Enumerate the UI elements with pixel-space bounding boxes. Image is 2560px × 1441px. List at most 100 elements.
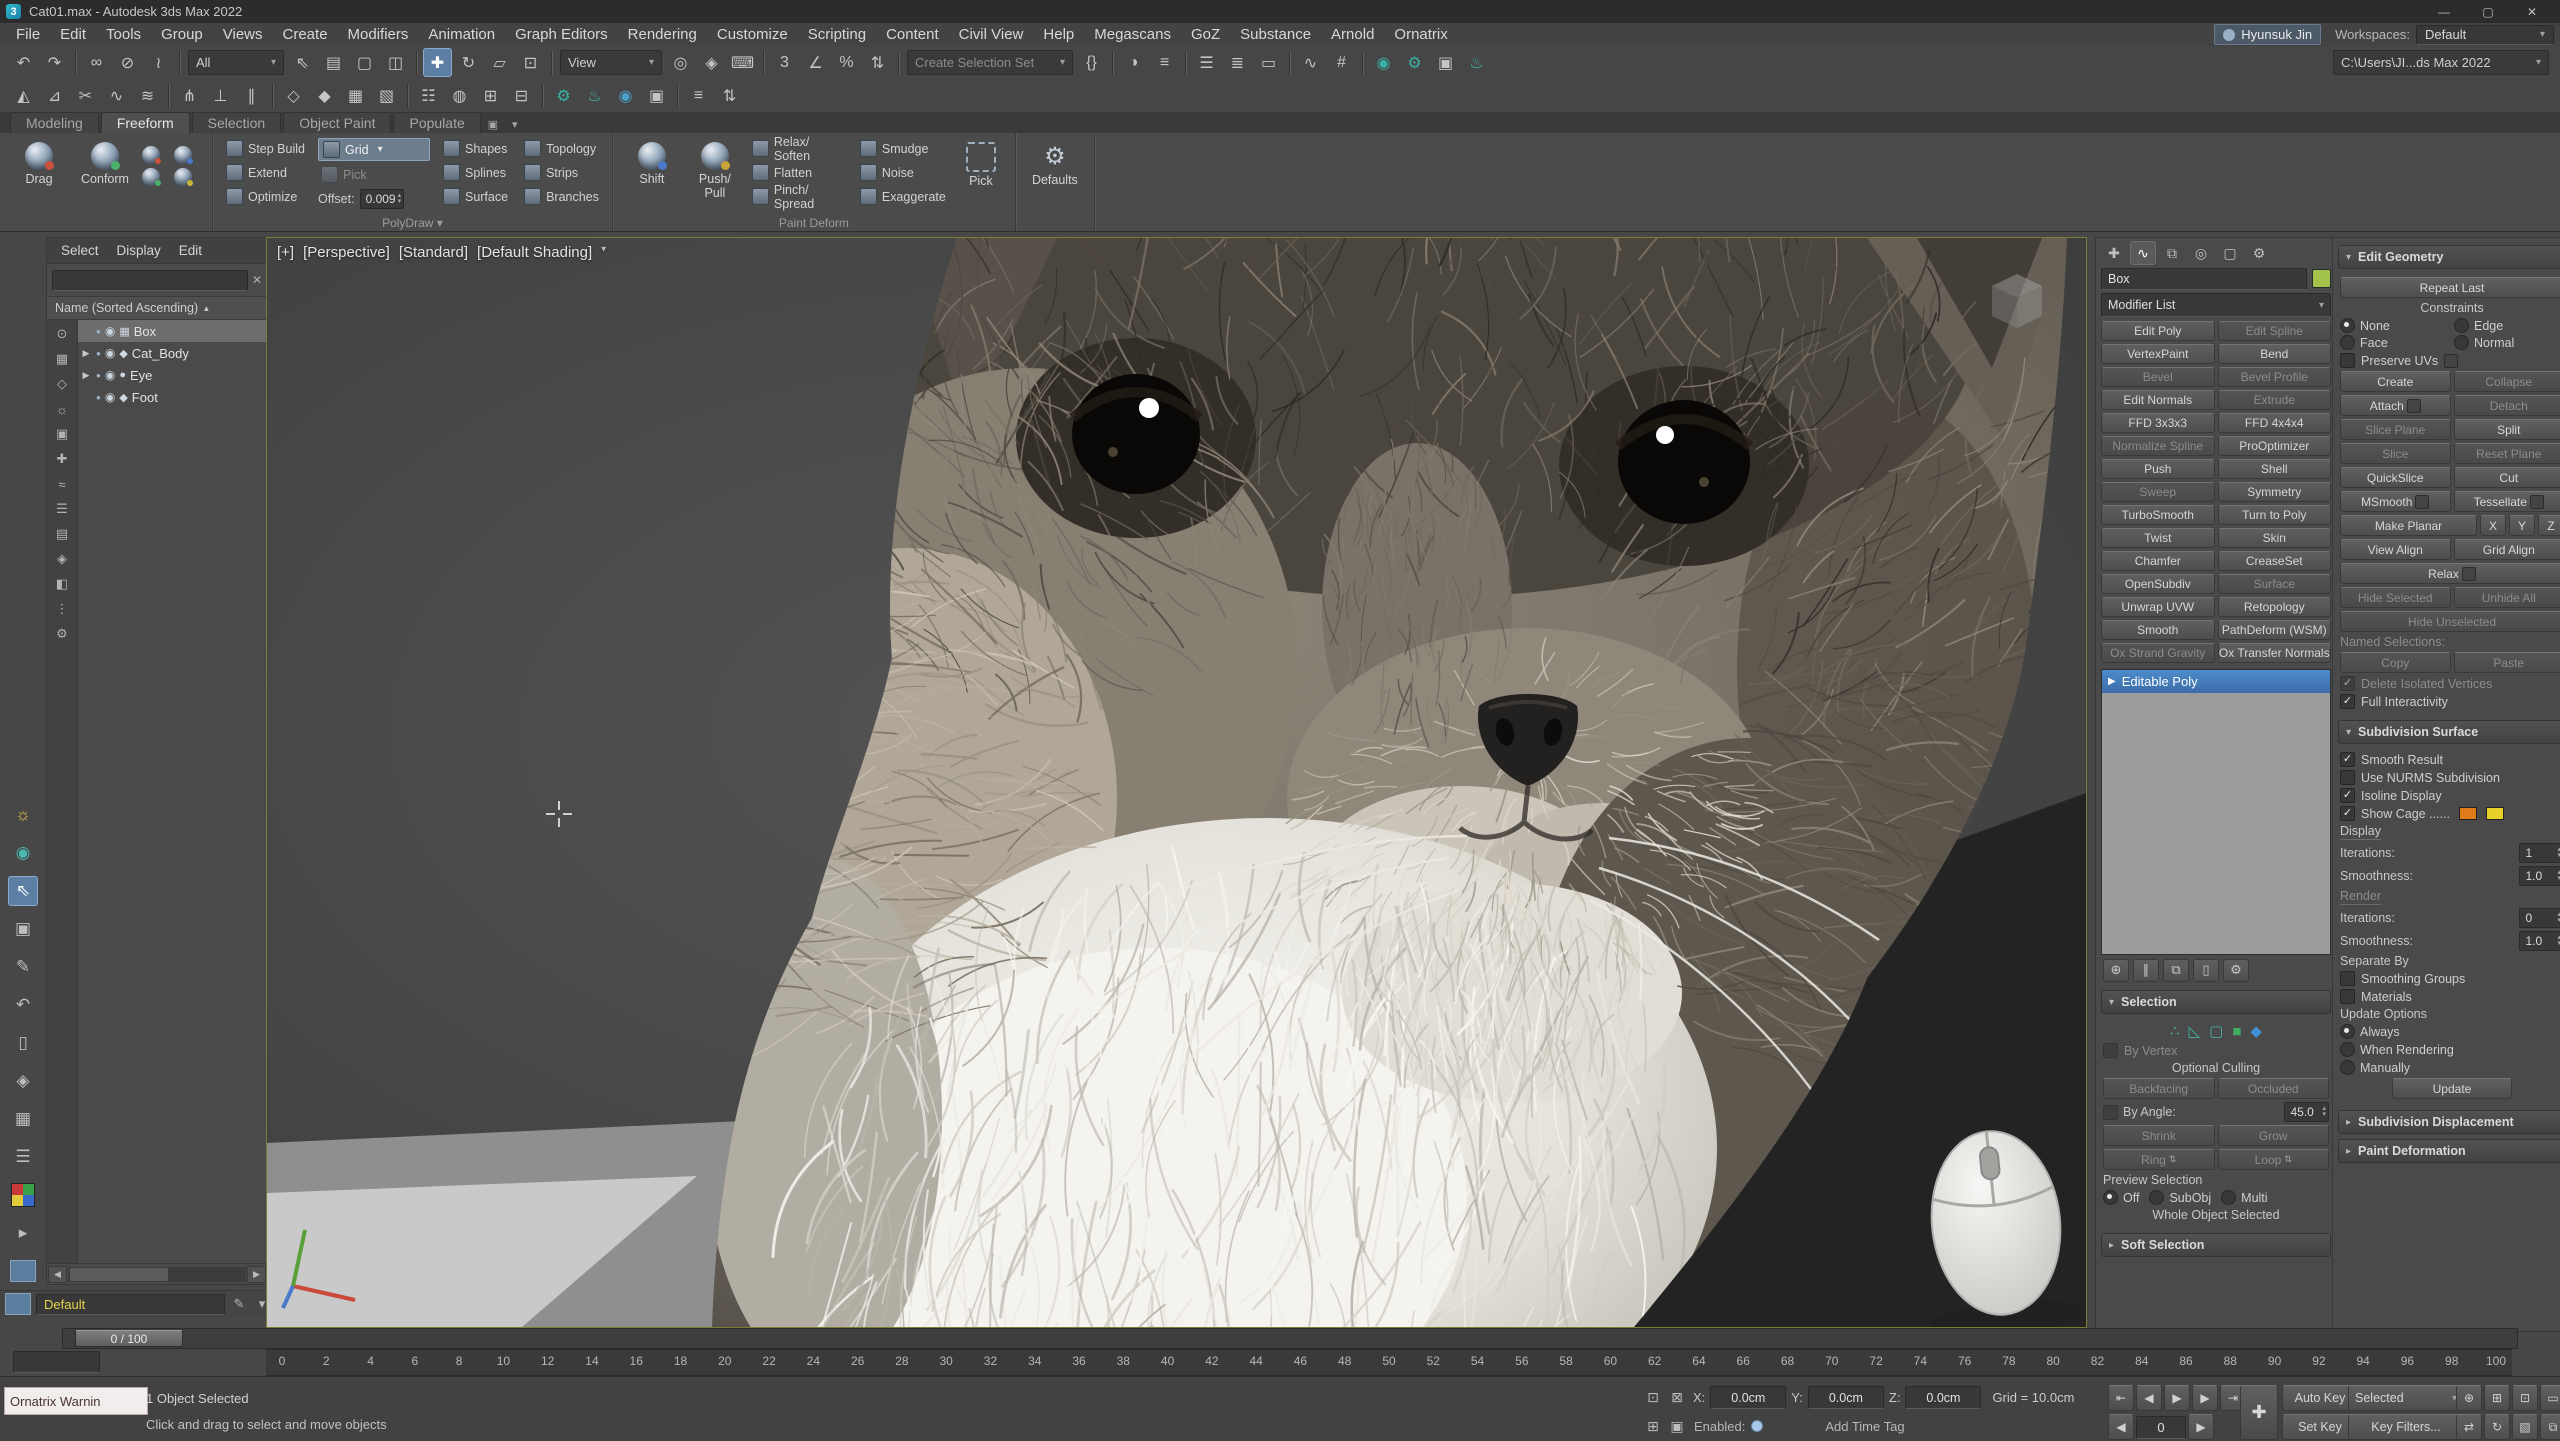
viewport-pov-menu[interactable]: [Perspective] [303,244,390,261]
splines-button[interactable]: Splines [440,162,511,183]
redo-icon[interactable]: ↷ [40,48,69,77]
menu-rendering[interactable]: Rendering [618,25,707,44]
expand-icon[interactable]: ▶ [80,370,92,381]
slice-button[interactable]: Slice [2340,443,2451,464]
selection-rollout-header[interactable]: ▾Selection [2101,990,2331,1014]
subdivision-displacement-rollout-header[interactable]: ▸Subdivision Displacement [2338,1110,2560,1134]
tessellate-button[interactable]: Tessellate [2454,491,2560,512]
expand-dock-icon[interactable]: ▸ [8,1218,38,1248]
menu-views[interactable]: Views [213,25,273,44]
split-button[interactable]: Split [2454,419,2560,440]
menu-civil-view[interactable]: Civil View [949,25,1034,44]
relax-soften-button[interactable]: Relax/ Soften [749,138,849,159]
preserve-uvs-settings-icon[interactable] [2444,354,2458,368]
tab-object-paint[interactable]: Object Paint [283,112,391,133]
make-unique-icon[interactable]: ⧉ [2163,959,2189,982]
modifier-list-dropdown[interactable]: Modifier List ▾ [2101,293,2331,317]
object-color-swatch[interactable] [2312,269,2331,288]
checkbox[interactable] [2340,989,2355,1004]
visibility-eye-icon[interactable]: ◉ [105,346,115,360]
time-tag-icon-icon[interactable]: ▣ [1666,1415,1688,1437]
scroll-right-icon[interactable]: ▶ [247,1266,266,1283]
mesh-from-strands-icon[interactable]: ▦ [341,81,370,110]
check-isoline-display[interactable]: ✓Isoline Display [2340,788,2560,803]
color-palette-icon[interactable] [8,1180,38,1210]
noise-button[interactable]: Noise [857,162,949,183]
display-bones-filter-icon[interactable]: ◈ [51,549,73,569]
display-cameras-filter-icon[interactable]: ▣ [51,424,73,444]
checkbox[interactable] [2340,353,2355,368]
curve-editor-icon[interactable]: ∿ [1296,48,1325,77]
strand-groups-icon[interactable]: ◆ [310,81,339,110]
layers-toggle-icon[interactable]: ☷ [414,81,443,110]
drag-tool-button[interactable]: Drag [10,138,68,187]
menu-graph-editors[interactable]: Graph Editors [505,25,618,44]
check-full-interactivity[interactable]: ✓Full Interactivity [2340,694,2560,709]
create-tab-icon[interactable]: ✚ [2101,241,2127,265]
previous-key-icon[interactable]: ◀ [2108,1414,2134,1440]
relax-settings-icon[interactable] [2462,567,2476,581]
display-helpers-filter-icon[interactable]: ✚ [51,449,73,469]
radio-edge[interactable]: Edge [2454,318,2560,333]
checkbox[interactable] [2103,1043,2118,1058]
strand-animation-icon[interactable]: ≡ [684,81,713,110]
border-subobject-icon[interactable]: ▢ [2209,1022,2223,1040]
toggle-ribbon-icon[interactable]: ▭ [1254,48,1283,77]
render-production-icon[interactable]: ♨ [1462,48,1491,77]
edit-geometry-rollout-header[interactable]: ▾Edit Geometry [2338,245,2560,269]
modifier-bend-button[interactable]: Bend [2218,344,2332,364]
smudge-button[interactable]: Smudge [857,138,949,159]
rendered-frame-window-icon[interactable]: ▣ [1431,48,1460,77]
modifier-sweep-button[interactable]: Sweep [2101,482,2215,502]
cut-button[interactable]: Cut [2454,467,2560,488]
minimize-button[interactable]: — [2422,0,2466,23]
key-selection-dropdown[interactable]: Selected▾ [2348,1385,2464,1411]
explorer-menu-display[interactable]: Display [109,241,169,260]
modifier-edit-spline-button[interactable]: Edit Spline [2218,321,2332,341]
time-slider-handle[interactable]: 0 / 100 [75,1330,183,1347]
select-by-name-icon[interactable]: ▤ [319,48,348,77]
pencil-tool-icon[interactable]: ✎ [8,952,38,982]
conform-brush-2-icon[interactable] [174,146,192,164]
occluded-button[interactable]: Occluded [2218,1078,2330,1099]
modifier-unwrap-uvw-button[interactable]: Unwrap UVW [2101,597,2215,617]
viewport-renderer-menu[interactable]: [Standard] [399,244,468,261]
modifier-extrude-button[interactable]: Extrude [2218,390,2332,410]
name-column-header[interactable]: Name (Sorted Ascending)▴ [47,296,267,320]
vertex-subobject-icon[interactable]: ∴ [2170,1022,2180,1040]
spinner-snap-toggle-icon[interactable]: ⇅ [863,48,892,77]
zoom-region-icon[interactable]: ▧ [2512,1414,2538,1440]
modifier-bevel-button[interactable]: Bevel [2101,367,2215,387]
time-slider[interactable]: 0 / 100 [62,1328,2518,1349]
zoom-icon[interactable]: ⊕ [2456,1385,2482,1411]
play-animation-icon[interactable]: ▶ [2164,1385,2190,1411]
viewport-general-menu[interactable]: [+] [277,244,294,261]
copy-button[interactable]: Copy [2340,652,2451,673]
modifier-symmetry-button[interactable]: Symmetry [2218,482,2332,502]
key-filters-button[interactable]: Key Filters... [2348,1414,2464,1440]
attach-settings-icon[interactable] [2407,399,2421,413]
checkbox[interactable] [2340,770,2355,785]
polygon-subobject-icon[interactable]: ■ [2232,1023,2241,1040]
spinner-arrows-icon[interactable]: ▴▾ [398,193,402,205]
relax-button[interactable]: Relax [2340,563,2560,584]
show-end-result-icon[interactable]: ∥ [2133,959,2159,982]
close-button[interactable]: ✕ [2510,0,2554,23]
menu-animation[interactable]: Animation [418,25,505,44]
select-and-manipulate-icon[interactable]: ◈ [697,48,726,77]
modifier-twist-button[interactable]: Twist [2101,528,2215,548]
configure-modifier-sets-icon[interactable]: ⚙ [2223,959,2249,982]
unlink-selection-icon[interactable]: ⊘ [113,48,142,77]
select-and-rotate-icon[interactable]: ↻ [454,48,483,77]
modifier-normalize-spline-button[interactable]: Normalize Spline [2101,436,2215,456]
ribbon-minimize-icon[interactable]: ▾ [505,116,525,133]
check-delete-isolated-vertices[interactable]: ✓Delete Isolated Vertices [2340,676,2560,691]
scene-object-eye[interactable]: ▶●◉●Eye [78,364,267,386]
object-name-field[interactable]: Box [2101,268,2307,290]
select-object-icon[interactable]: ⇖ [288,48,317,77]
utilities-tab-icon[interactable]: ⚙ [2246,241,2272,265]
menu-help[interactable]: Help [1033,25,1084,44]
modifier-surface-button[interactable]: Surface [2218,574,2332,594]
create-button[interactable]: Create [2340,371,2451,392]
perspective-viewport[interactable]: [+] [Perspective] [Standard] [Default Sh… [266,237,2087,1328]
